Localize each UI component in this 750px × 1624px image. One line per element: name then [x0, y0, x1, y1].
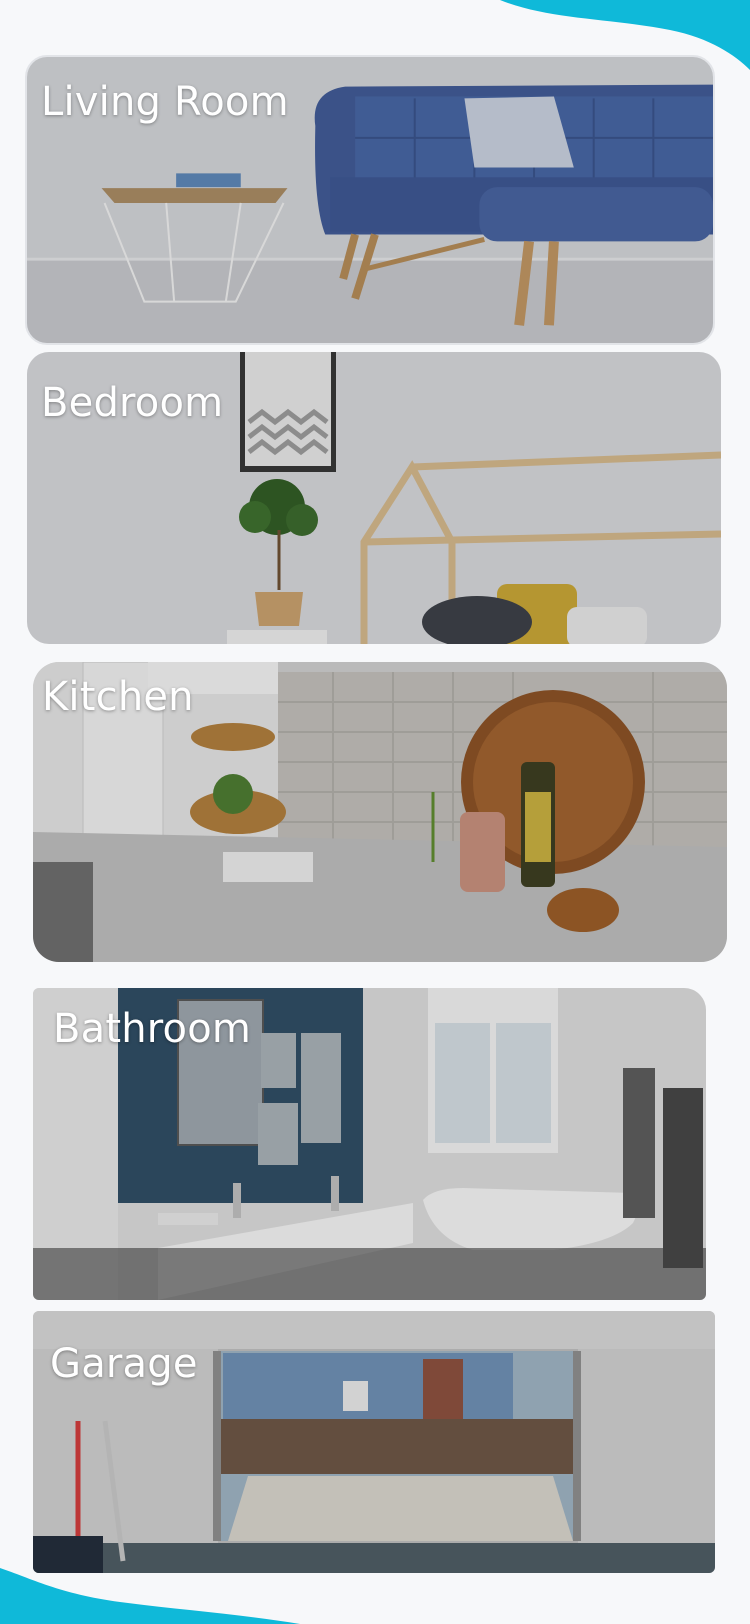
- room-card-bathroom[interactable]: Bathroom: [33, 988, 706, 1300]
- room-card-living-room[interactable]: Living Room: [25, 55, 715, 345]
- bottom-accent-wave: [0, 1568, 300, 1624]
- room-label-garage: Garage: [50, 1341, 198, 1387]
- room-label-bedroom: Bedroom: [41, 380, 224, 426]
- room-card-kitchen[interactable]: Kitchen: [33, 662, 727, 962]
- room-label-living-room: Living Room: [41, 79, 289, 125]
- room-card-bedroom[interactable]: Bedroom: [27, 352, 721, 644]
- room-label-kitchen: Kitchen: [42, 674, 194, 720]
- room-card-garage[interactable]: Garage: [33, 1311, 715, 1573]
- room-label-bathroom: Bathroom: [53, 1006, 252, 1052]
